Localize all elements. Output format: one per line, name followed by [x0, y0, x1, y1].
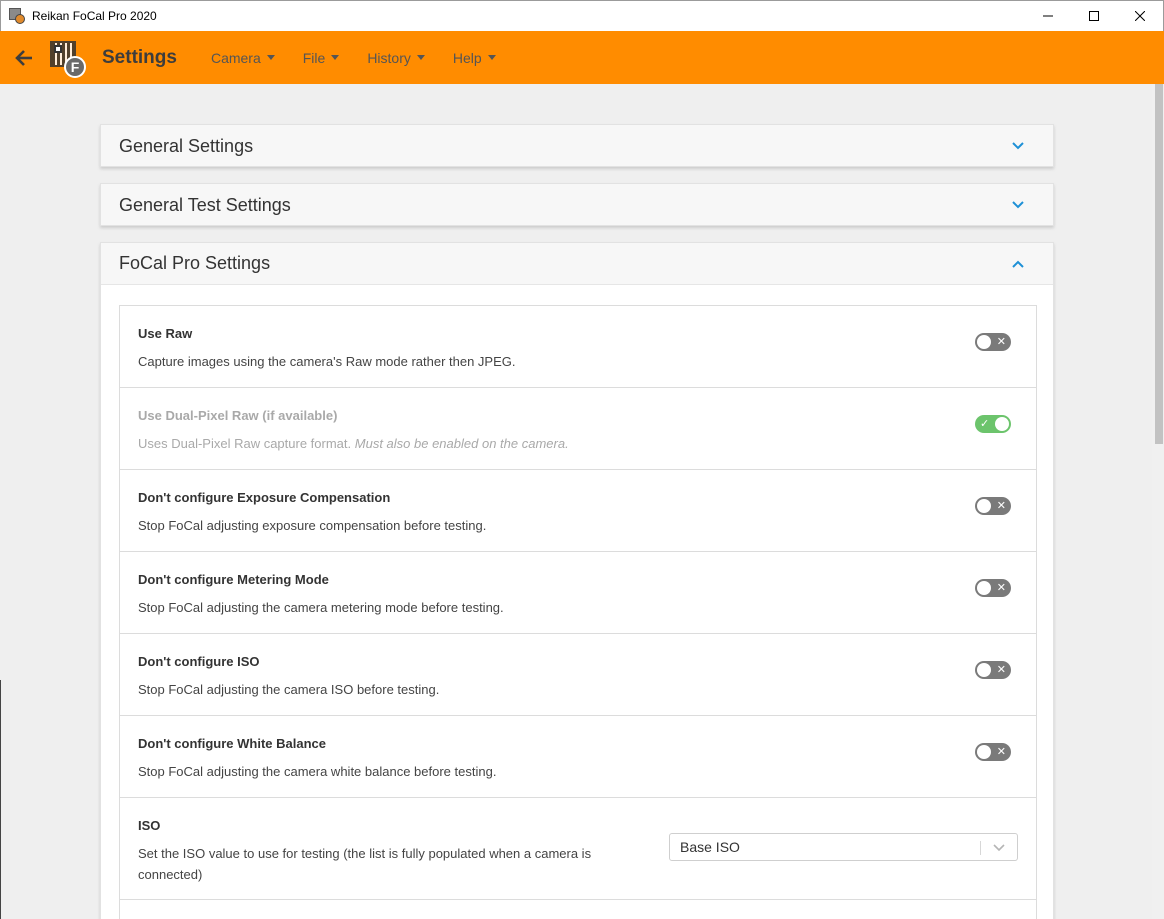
caret-down-icon	[266, 55, 275, 60]
setting-row-iso-config: Don't configure ISO Stop FoCal adjusting…	[120, 634, 1036, 716]
setting-title: Don't configure Metering Mode	[138, 572, 329, 587]
app-header: F Settings Camera File History Help	[0, 31, 1164, 84]
logo-badge: F	[64, 55, 86, 78]
scrollbar-thumb[interactable]	[1155, 84, 1163, 444]
settings-content: General Settings General Test Settings F…	[0, 84, 1152, 919]
menu-help[interactable]: Help	[439, 50, 510, 66]
panel-title: FoCal Pro Settings	[119, 253, 271, 273]
use-raw-toggle[interactable]: ✕	[975, 333, 1011, 351]
maximize-icon	[1089, 11, 1099, 21]
minimize-icon	[1043, 15, 1053, 17]
iso-config-toggle[interactable]: ✕	[975, 661, 1011, 679]
main-menu: Camera File History Help	[197, 50, 510, 66]
dual-pixel-raw-toggle[interactable]: ✓	[975, 415, 1011, 433]
menu-help-label: Help	[452, 49, 482, 66]
menu-file[interactable]: File	[289, 50, 354, 66]
setting-description-note: Must also be enabled on the camera.	[354, 436, 569, 451]
chevron-up-icon	[1012, 260, 1024, 268]
setting-title: Use Dual-Pixel Raw (if available)	[138, 408, 338, 423]
setting-description: Stop FoCal adjusting the camera ISO befo…	[138, 682, 440, 697]
setting-row-dual-pixel-raw: Use Dual-Pixel Raw (if available) Uses D…	[120, 388, 1036, 470]
setting-row-metering-mode: Don't configure Metering Mode Stop FoCal…	[120, 552, 1036, 634]
exposure-compensation-toggle[interactable]: ✕	[975, 497, 1011, 515]
setting-description: Stop FoCal adjusting the camera white ba…	[138, 764, 497, 779]
setting-row-next	[120, 900, 1036, 919]
x-icon: ✕	[996, 500, 1006, 512]
setting-description-text: Uses Dual-Pixel Raw capture format.	[138, 436, 352, 451]
setting-title: Use Raw	[138, 326, 193, 341]
chevron-down-icon	[1012, 201, 1024, 209]
iso-select-value: Base ISO	[680, 839, 740, 855]
setting-title: ISO	[138, 818, 161, 833]
window-titlebar: Reikan FoCal Pro 2020	[0, 0, 1164, 31]
back-button[interactable]	[12, 46, 36, 70]
window-title: Reikan FoCal Pro 2020	[32, 9, 157, 23]
panel-title: General Test Settings	[119, 194, 291, 215]
setting-title: Don't configure White Balance	[138, 736, 326, 751]
close-icon	[1135, 11, 1145, 21]
settings-list: Use Raw Capture images using the camera'…	[119, 305, 1037, 919]
metering-mode-toggle[interactable]: ✕	[975, 579, 1011, 597]
close-button[interactable]	[1117, 1, 1163, 31]
panel-header[interactable]: FoCal Pro Settings	[101, 243, 1053, 285]
focal-logo: F	[48, 40, 86, 78]
setting-description: Set the ISO value to use for testing (th…	[138, 846, 592, 882]
app-icon	[9, 8, 25, 24]
back-arrow-icon	[15, 49, 32, 66]
check-icon: ✓	[980, 418, 990, 430]
window-edge	[0, 680, 1, 919]
setting-title: Don't configure ISO	[138, 654, 260, 669]
setting-title: Don't configure Exposure Compensation	[138, 490, 391, 505]
page-title: Settings	[102, 46, 177, 68]
iso-select[interactable]: Base ISO	[669, 833, 1018, 861]
caret-down-icon	[331, 55, 340, 60]
menu-history[interactable]: History	[353, 50, 439, 66]
setting-row-iso: ISO Set the ISO value to use for testing…	[120, 798, 1036, 900]
minimize-button[interactable]	[1025, 1, 1071, 31]
x-icon: ✕	[996, 746, 1006, 758]
panel-general-test-settings[interactable]: General Test Settings	[100, 183, 1054, 226]
setting-row-use-raw: Use Raw Capture images using the camera'…	[120, 306, 1036, 388]
setting-description: Uses Dual-Pixel Raw capture format. Must…	[138, 433, 638, 454]
menu-camera-label: Camera	[210, 49, 261, 66]
menu-camera[interactable]: Camera	[197, 50, 289, 66]
caret-down-icon	[487, 55, 496, 60]
caret-down-icon	[416, 55, 425, 60]
window-controls	[1025, 1, 1163, 31]
maximize-button[interactable]	[1071, 1, 1117, 31]
vertical-scrollbar[interactable]	[1152, 84, 1164, 919]
x-icon: ✕	[996, 664, 1006, 676]
panel-title: General Settings	[119, 135, 254, 156]
panel-general-settings[interactable]: General Settings	[100, 124, 1054, 167]
setting-row-exposure-compensation: Don't configure Exposure Compensation St…	[120, 470, 1036, 552]
panel-focal-pro-settings: FoCal Pro Settings Use Raw Capture image…	[100, 242, 1054, 919]
white-balance-toggle[interactable]: ✕	[975, 743, 1011, 761]
chevron-down-icon	[993, 844, 1005, 852]
setting-description: Capture images using the camera's Raw mo…	[138, 354, 516, 369]
x-icon: ✕	[996, 582, 1006, 594]
chevron-down-icon	[1012, 142, 1024, 150]
setting-description: Stop FoCal adjusting exposure compensati…	[138, 518, 487, 533]
setting-row-white-balance: Don't configure White Balance Stop FoCal…	[120, 716, 1036, 798]
setting-description: Stop FoCal adjusting the camera metering…	[138, 600, 504, 615]
menu-history-label: History	[367, 49, 411, 66]
menu-file-label: File	[302, 49, 326, 66]
x-icon: ✕	[996, 336, 1006, 348]
